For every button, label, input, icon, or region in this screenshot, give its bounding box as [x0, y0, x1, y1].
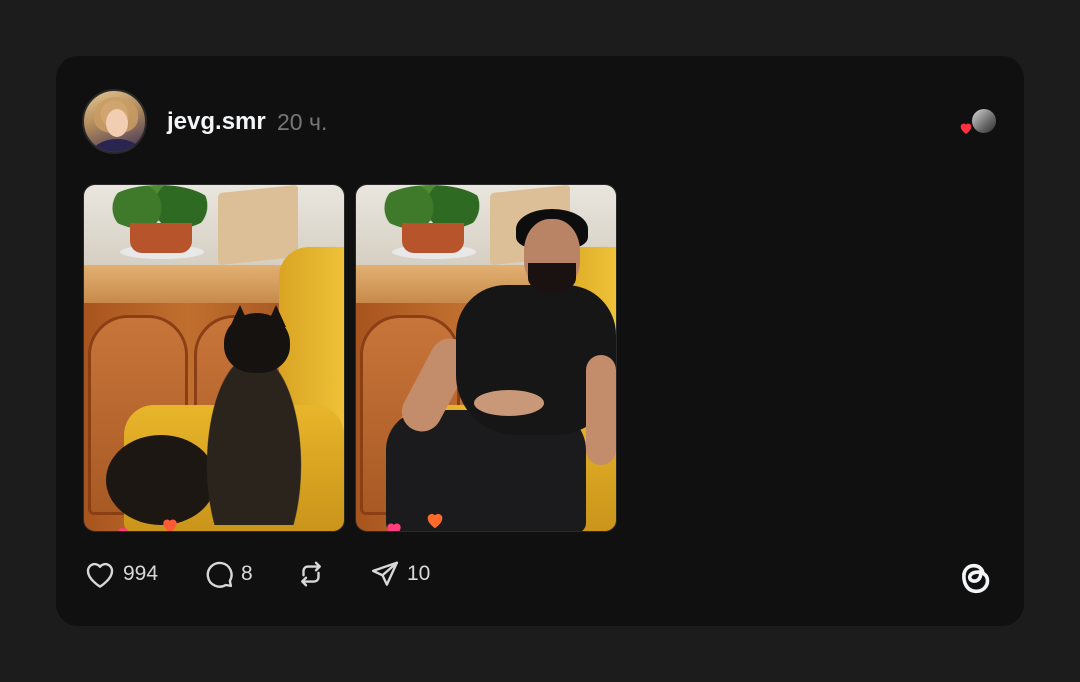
heart-icon: [86, 562, 114, 588]
comment-button[interactable]: 8: [204, 559, 296, 589]
user-avatar[interactable]: [82, 89, 147, 154]
username[interactable]: jevg.smr: [167, 108, 266, 136]
like-count: 994: [123, 562, 159, 585]
reaction-heart-icon: [387, 523, 401, 531]
post-card: jevg.smr 20 ч. 994 8 10: [56, 56, 1024, 626]
like-button[interactable]: 994: [84, 559, 204, 589]
comment-icon: [206, 561, 233, 588]
reaction-heart-icon: [163, 519, 177, 531]
heart-badge-icon: [960, 123, 972, 134]
comment-count: 8: [241, 562, 253, 585]
reaction-heart-icon: [118, 528, 128, 531]
share-button[interactable]: 10: [370, 559, 450, 589]
liker-avatar: [970, 107, 998, 135]
reaction-heart-icon: [427, 513, 443, 529]
threads-logo-icon[interactable]: [956, 554, 994, 598]
post-image-cat[interactable]: [83, 184, 345, 532]
post-actions: 994 8 10: [84, 558, 450, 590]
share-count: 10: [407, 562, 431, 585]
post-timestamp[interactable]: 20 ч.: [277, 109, 327, 136]
repost-icon: [301, 561, 321, 587]
liked-by-indicator[interactable]: [958, 107, 998, 137]
repost-button[interactable]: [296, 559, 370, 589]
post-image-man[interactable]: [355, 184, 617, 532]
send-icon: [371, 561, 399, 586]
